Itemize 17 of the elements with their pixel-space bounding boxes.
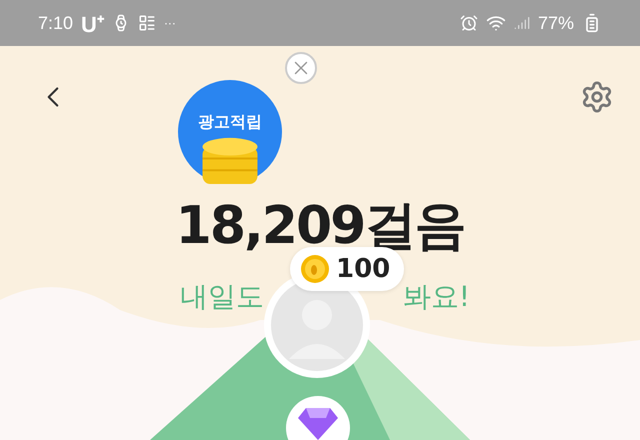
subtitle-text: 내일도 [180,279,264,315]
carrier-label: U⁺ [81,11,104,38]
reward-amount: 100 [336,254,390,284]
more-notifications: ··· [164,16,176,30]
alarm-icon [460,14,478,32]
diamond-icon [298,408,338,440]
settings-icon[interactable] [580,80,614,114]
clock-time: 7:10 [38,12,74,34]
ad-reward-badge[interactable]: 광고적립 [178,80,282,184]
close-button[interactable] [285,52,317,84]
subtitle-text: 봐요! [402,279,470,315]
coin-icon [300,254,330,284]
badge-label: 광고적립 [198,112,262,133]
signal-icon [514,15,530,31]
battery-percent: 77% [538,12,574,34]
layout-icon [138,14,156,32]
step-count: 18,209걸음 [176,196,464,256]
